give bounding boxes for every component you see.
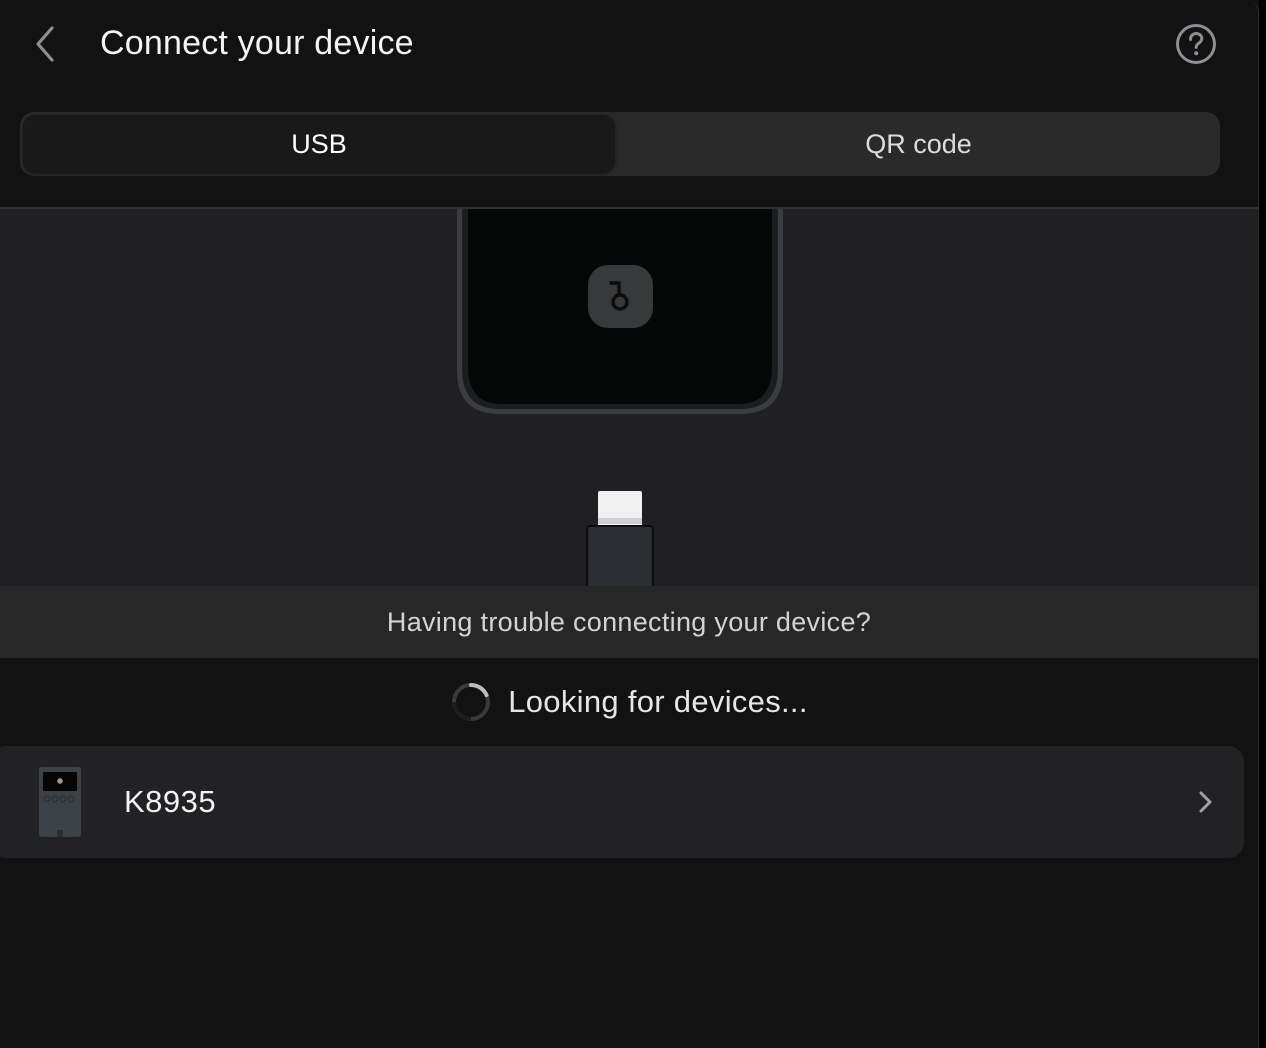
window-edge xyxy=(1259,0,1266,1048)
spinner-icon xyxy=(452,683,491,721)
back-button[interactable] xyxy=(22,22,66,66)
usb-c-connector-icon xyxy=(586,491,654,586)
device-name: K8935 xyxy=(124,784,217,819)
device-list-item[interactable]: K8935 xyxy=(0,746,1244,858)
hardware-wallet-icon xyxy=(39,767,81,837)
usb-illustration xyxy=(0,209,1258,586)
page-title: Connect your device xyxy=(100,24,414,62)
tab-usb[interactable]: USB xyxy=(23,115,615,173)
searching-status: Looking for devices... xyxy=(0,670,1258,734)
trouble-connecting-link[interactable]: Having trouble connecting your device? xyxy=(0,586,1258,658)
help-button[interactable] xyxy=(1174,22,1218,66)
tab-qr-code[interactable]: QR code xyxy=(620,115,1217,173)
question-circle-icon xyxy=(1176,24,1216,64)
connection-method-tabs: USB QR code xyxy=(20,112,1220,176)
header: Connect your device xyxy=(0,0,1258,88)
chevron-left-icon xyxy=(36,26,54,62)
status-text: Looking for devices... xyxy=(508,684,808,719)
chevron-right-icon xyxy=(1199,791,1212,813)
connect-device-window: Connect your device USB QR code Having t… xyxy=(0,0,1259,1048)
